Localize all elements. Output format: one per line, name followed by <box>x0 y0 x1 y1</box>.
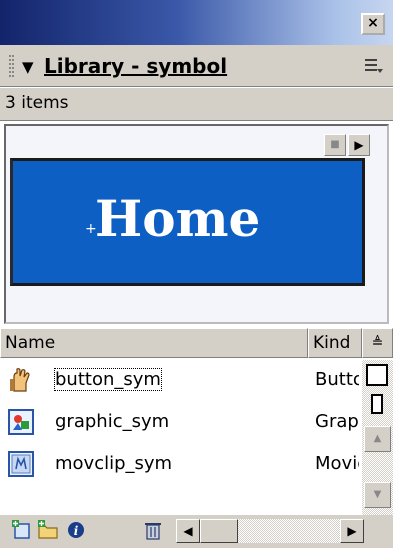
svg-text:i: i <box>74 524 79 538</box>
options-menu-icon[interactable] <box>365 58 383 74</box>
horizontal-scrollbar[interactable]: ◀ ▶ <box>176 519 364 543</box>
horizontal-scroll-thumb[interactable] <box>200 519 238 543</box>
graphic-symbol-icon <box>8 409 34 435</box>
close-button[interactable]: × <box>361 13 385 35</box>
wide-view-button[interactable] <box>366 364 388 386</box>
scroll-left-button[interactable]: ◀ <box>176 519 200 543</box>
scroll-up-button[interactable]: ▲ <box>364 426 391 452</box>
library-item-list: button_sym Button graphic_sym Graphic mo… <box>0 360 362 515</box>
movieclip-symbol-icon <box>8 451 34 477</box>
panel-header[interactable]: ▼ Library - symbol <box>0 45 393 87</box>
list-item[interactable]: graphic_sym Graphic <box>0 402 362 444</box>
panel-grip-icon[interactable] <box>9 55 14 77</box>
symbol-preview: ■ ▶ + Home <box>4 124 389 324</box>
new-folder-icon[interactable] <box>38 520 58 540</box>
list-item[interactable]: movclip_sym Movie Clip <box>0 444 362 486</box>
list-item-name: movclip_sym <box>55 453 173 474</box>
sort-order-button[interactable]: ≜ <box>362 328 393 358</box>
play-button[interactable]: ▶ <box>348 134 370 156</box>
stop-button[interactable]: ■ <box>324 134 346 156</box>
library-panel-window: × ▼ Library - symbol 3 items ■ ▶ + Home … <box>0 0 393 548</box>
window-title-bar[interactable]: × <box>0 0 393 45</box>
collapse-arrow-icon[interactable]: ▼ <box>22 58 34 76</box>
column-name-label: Name <box>5 333 56 353</box>
list-item-name: button_sym <box>54 368 162 391</box>
home-symbol-preview: + Home <box>10 158 365 286</box>
item-count: 3 items <box>5 93 69 113</box>
delete-icon[interactable] <box>143 520 163 540</box>
narrow-view-button[interactable] <box>371 394 383 414</box>
button-symbol-icon <box>10 368 30 392</box>
home-symbol-label: Home <box>95 189 261 248</box>
scroll-right-button[interactable]: ▶ <box>340 519 364 543</box>
list-item-kind: Movie Clip <box>315 453 359 474</box>
vertical-scrollbar[interactable]: ▲ ▼ <box>362 360 393 515</box>
bottom-toolbar: i ◀ ▶ <box>0 515 393 548</box>
list-item[interactable]: button_sym Button <box>0 360 362 402</box>
scroll-down-button[interactable]: ▼ <box>364 482 391 508</box>
list-item-kind: Button <box>315 369 359 390</box>
column-header-name[interactable]: Name <box>0 328 308 358</box>
new-symbol-icon[interactable] <box>12 520 32 540</box>
list-item-kind: Graphic <box>315 411 359 432</box>
column-header-kind[interactable]: Kind <box>308 328 362 358</box>
column-kind-label: Kind <box>313 333 351 353</box>
list-header: Name Kind ≜ <box>0 328 393 358</box>
list-item-name: graphic_sym <box>55 411 170 432</box>
properties-icon[interactable]: i <box>66 520 86 540</box>
panel-title[interactable]: Library - symbol <box>44 54 227 78</box>
item-count-bar: 3 items <box>0 88 393 121</box>
